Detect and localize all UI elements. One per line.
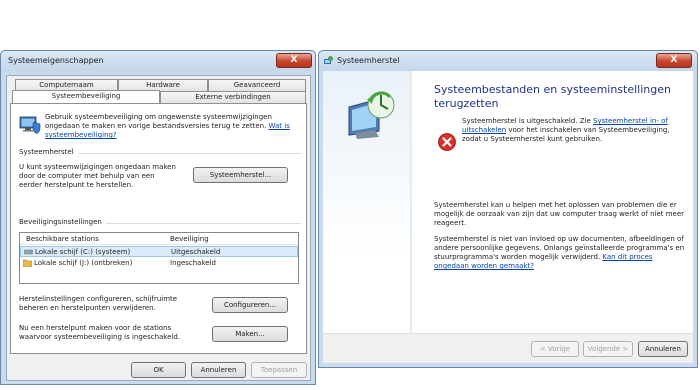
wizard-client-area: Systeembestanden en systeeminstellingen … [323,71,693,363]
wizard-button-bar: < Vorige Volgende > Annuleren [323,333,693,363]
system-restore-button[interactable]: Systeemherstel... [193,167,288,183]
restore-disabled-message: Systeemherstel is uitgeschakeld. Zie Sys… [462,117,672,144]
wizard-main-panel: Systeembestanden en systeeminstellingen … [412,71,693,333]
drive-protection-status: Uitgeschakeld [171,248,221,256]
next-button[interactable]: Volgende > [583,341,633,357]
title-bar[interactable]: Systeemeigenschappen X [1,51,315,71]
page-title: Systeembestanden en systeeminstellingen … [434,83,671,110]
dialog-client-area: Computernaam Hardware Geavanceerd Systee… [6,75,311,381]
intro-text: Gebruik systeembeveiliging om ongewenste… [45,113,295,140]
drive-name: Lokale schijf (J:) (ontbreken) [34,259,133,267]
column-header-protection[interactable]: Beveiliging [170,235,209,243]
message-text: Systeemherstel is uitgeschakeld. Zie [462,117,594,125]
close-button[interactable]: X [276,53,312,68]
info-paragraph: Systeemherstel is niet van invloed op uw… [434,235,686,271]
tab-geavanceerd[interactable]: Geavanceerd [208,79,306,91]
column-header-drives[interactable]: Beschikbare stations [26,235,99,243]
system-properties-window: Systeemeigenschappen X Computernaam Hard… [0,50,316,385]
system-restore-icon [348,91,395,139]
hard-drive-icon [24,249,33,255]
system-restore-icon [324,56,333,64]
ok-button[interactable]: OK [131,362,186,378]
window-title: Systeemherstel [337,56,400,65]
title-bar[interactable]: Systeemherstel X [319,51,697,71]
system-protection-icon [19,116,41,134]
system-restore-text: U kunt systeemwijzigingen ongedaan maken… [19,163,176,189]
system-restore-group-title: Systeemherstel [19,148,78,156]
create-button[interactable]: Maken... [212,326,288,342]
drives-list[interactable]: Beschikbare stations Beveiliging Lokale … [19,232,299,284]
cancel-button[interactable]: Annuleren [191,362,246,378]
back-button[interactable]: < Vorige [531,341,579,357]
create-restore-point-text: Nu een herstelpunt maken voor de station… [19,324,181,341]
cancel-button[interactable]: Annuleren [638,341,688,357]
tab-externe-verbindingen[interactable]: Externe verbindingen [160,91,306,103]
list-item[interactable]: Lokale schijf (C:) (systeem) Uitgeschake… [20,246,298,257]
close-button[interactable]: X [656,53,692,68]
protection-settings-group-title: Beveiligingsinstellingen [19,218,106,226]
intro-description: Gebruik systeembeveiliging om ongewenste… [45,113,272,130]
list-item[interactable]: Lokale schijf (J:) (ontbreken) Ingeschak… [20,258,298,269]
folder-icon [23,259,32,267]
configure-button[interactable]: Configureren... [212,297,288,313]
description-paragraph: Systeemherstel kan u helpen met het oplo… [434,201,685,227]
error-icon [438,133,456,151]
apply-button[interactable]: Toepassen [251,362,307,378]
tab-systeembeveiliging[interactable]: Systeembeveiliging [12,90,160,103]
drive-protection-status: Ingeschakeld [170,259,216,267]
window-title: Systeemeigenschappen [8,56,104,65]
tab-panel: Gebruik systeembeveiliging om ongewenste… [10,103,307,354]
wizard-side-panel [323,71,411,333]
configure-text: Herstelinstellingen configureren, schijf… [19,295,178,312]
list-header: Beschikbare stations Beveiliging [20,233,298,245]
system-restore-window: Systeemherstel X Systeembestanden en sys… [318,50,698,368]
drive-name: Lokale schijf (C:) (systeem) [35,248,131,256]
